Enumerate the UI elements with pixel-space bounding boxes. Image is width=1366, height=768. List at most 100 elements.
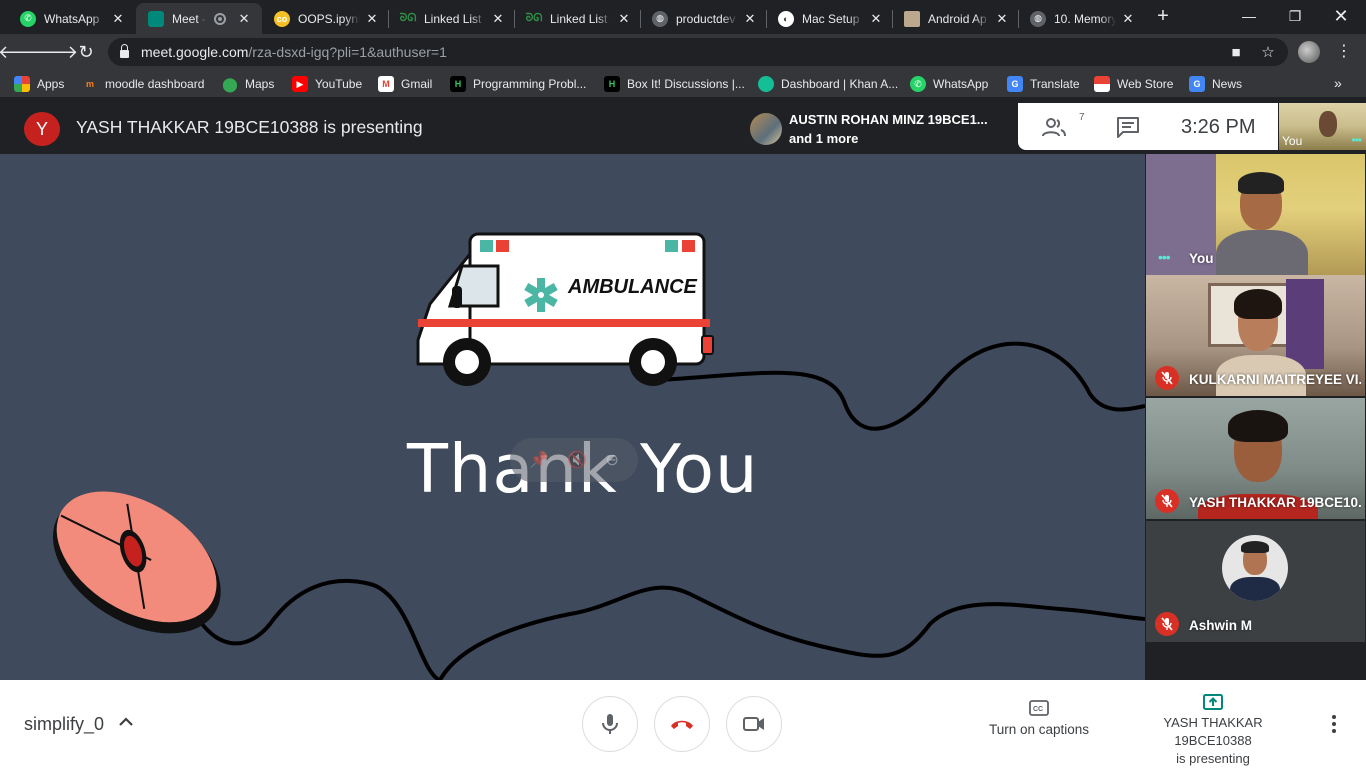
captions-button[interactable]: CC Turn on captions [984, 700, 1094, 737]
tab-title: WhatsApp [44, 11, 100, 26]
tab-memory[interactable]: ◍ 10. Memory ✕ [1018, 3, 1144, 34]
hackerrank-icon: H [604, 76, 620, 92]
bookmark-programming-problems[interactable]: H Programming Probl... [450, 75, 586, 93]
close-tab-icon[interactable]: ✕ [994, 11, 1010, 27]
chat-icon[interactable] [1114, 116, 1142, 138]
tab-title: Meet - [172, 11, 207, 26]
tab-mac-setup[interactable]: ◐ Mac Setup | ✕ [766, 3, 892, 34]
participant-name: KULKARNI MAITREYEE VI... [1189, 372, 1361, 387]
self-view-thumbnail[interactable]: You ••• [1279, 103, 1366, 150]
tab-whatsapp[interactable]: ✆ WhatsApp ✕ [8, 3, 134, 34]
url-text: meet.google.com/rza-dsxd-igq?pli=1&authu… [141, 44, 447, 60]
close-tab-icon[interactable]: ✕ [616, 11, 632, 27]
minimize-button[interactable]: — [1226, 0, 1272, 32]
maps-pin-icon: ⬤ [222, 75, 238, 92]
tab-meet[interactable]: Meet - ✕ [136, 3, 262, 34]
presenting-line2: is presenting [1176, 751, 1250, 766]
tile-hover-controls: 📌 🔇 ⊖ [510, 438, 638, 482]
speaker-name: AUSTIN ROHAN MINZ 19BCE1... [789, 112, 988, 127]
pin-icon[interactable]: 📌 [529, 450, 549, 470]
tab-title: Mac Setup | [802, 11, 864, 26]
close-tab-icon[interactable]: ✕ [236, 11, 252, 27]
ambulance-cable [659, 341, 1145, 431]
forward-button[interactable]: 🡒 [30, 40, 78, 64]
active-speaker-chip: AUSTIN ROHAN MINZ 19BCE1... and 1 more [742, 103, 1018, 151]
bookmark-box-it[interactable]: H Box It! Discussions |... [604, 75, 745, 93]
audio-level-icon: ••• [1158, 249, 1171, 265]
address-bar[interactable]: meet.google.com/rza-dsxd-igq?pli=1&authu… [108, 38, 1288, 66]
reload-button[interactable]: ↻ [74, 40, 98, 64]
svg-text:CC: CC [1033, 706, 1043, 713]
tab-title: productdev [676, 11, 736, 26]
tab-title: OOPS.ipynb [298, 11, 360, 26]
close-window-button[interactable]: ✕ [1318, 0, 1364, 32]
participant-tile-yash[interactable]: YASH THAKKAR 19BCE10... [1146, 398, 1365, 519]
people-icon[interactable] [1040, 116, 1068, 138]
chrome-menu-icon[interactable]: ⋮ [1334, 40, 1354, 64]
close-tab-icon[interactable]: ✕ [742, 11, 758, 27]
ambulance-illustration [416, 232, 714, 386]
tab-linked-list-1[interactable]: ᘐᘏ Linked List | ✕ [388, 3, 514, 34]
tab-android-app[interactable]: Android Ap ✕ [892, 3, 1018, 34]
present-now-button[interactable]: YASH THAKKAR 19BCE10388 is presenting [1124, 694, 1302, 768]
chevron-up-icon[interactable] [118, 714, 134, 730]
more-options-icon[interactable]: ••• [1351, 133, 1362, 147]
bookmark-star-icon[interactable]: ☆ [1258, 42, 1278, 62]
youtube-icon: ▶ [292, 76, 308, 92]
mic-off-icon [1155, 489, 1179, 513]
more-bookmarks-icon[interactable]: » [1334, 75, 1342, 91]
tab-oops-notebook[interactable]: co OOPS.ipynb ✕ [262, 3, 388, 34]
tab-linked-list-2[interactable]: ᘐᘏ Linked List | ✕ [514, 3, 640, 34]
more-options-icon[interactable] [1326, 712, 1342, 736]
close-tab-icon[interactable]: ✕ [1120, 11, 1136, 27]
self-view-label: You [1282, 134, 1303, 148]
meeting-details-label[interactable]: simplify_0 [24, 714, 104, 735]
presenting-banner: YASH THAKKAR 19BCE10388 is presenting [76, 117, 423, 137]
participant-tile-ashwin[interactable]: Ashwin M [1146, 521, 1365, 642]
bookmark-youtube[interactable]: ▶ YouTube [292, 75, 362, 93]
globe-icon: ◍ [1030, 10, 1046, 27]
mute-tile-icon[interactable]: 🔇 [567, 450, 587, 470]
profile-avatar[interactable] [1298, 41, 1320, 63]
bookmark-moodle[interactable]: m moodle dashboard [82, 75, 204, 93]
speaker-avatar [750, 113, 782, 145]
close-tab-icon[interactable]: ✕ [110, 11, 126, 27]
microphone-button[interactable] [582, 696, 638, 752]
participant-count: 7 [1079, 112, 1085, 123]
camera-in-use-icon[interactable]: ■ [1226, 42, 1246, 62]
mic-off-icon [1155, 366, 1179, 390]
avatar [1222, 535, 1288, 601]
camera-button[interactable] [726, 696, 782, 752]
bottom-cable [438, 585, 1145, 680]
bookmark-news[interactable]: G News [1189, 75, 1242, 93]
close-tab-icon[interactable]: ✕ [868, 11, 884, 27]
tab-productdev[interactable]: ◍ productdev ✕ [640, 3, 766, 34]
bookmark-whatsapp[interactable]: ✆ WhatsApp [910, 75, 988, 93]
bookmarks-bar: Apps m moodle dashboard ⬤ Maps ▶ YouTube… [0, 70, 1366, 98]
speaker-more: and 1 more [789, 131, 859, 146]
recording-icon [214, 12, 227, 25]
khan-academy-icon [758, 76, 774, 92]
presenter-avatar: Y [24, 112, 60, 146]
bookmark-web-store[interactable]: Web Store [1094, 75, 1173, 93]
meeting-controls-bar: simplify_0 CC Turn on captions YASH THAK… [0, 680, 1366, 768]
bookmark-translate[interactable]: G Translate [1007, 75, 1080, 93]
close-tab-icon[interactable]: ✕ [364, 11, 380, 27]
new-tab-button[interactable]: + [1152, 6, 1174, 28]
bookmark-maps[interactable]: ⬤ Maps [222, 75, 274, 93]
restore-button[interactable]: ❐ [1272, 0, 1318, 32]
participant-tile-kulkarni[interactable]: KULKARNI MAITREYEE VI... [1146, 275, 1365, 396]
image-thumbnail-icon [904, 10, 920, 27]
bookmark-apps[interactable]: Apps [14, 75, 64, 93]
remove-icon[interactable]: ⊖ [605, 450, 618, 470]
leave-call-button[interactable] [654, 696, 710, 752]
slide-graphics [52, 232, 1145, 680]
participant-tile-you[interactable]: ••• You [1146, 154, 1365, 275]
closed-captions-icon: CC [1029, 700, 1049, 716]
microphone-icon [602, 714, 618, 734]
news-icon: G [1189, 76, 1205, 92]
bookmark-gmail[interactable]: M Gmail [378, 75, 432, 93]
bookmark-khan-academy[interactable]: Dashboard | Khan A... [758, 75, 898, 93]
mouse-cable [193, 579, 441, 680]
close-tab-icon[interactable]: ✕ [490, 11, 506, 27]
